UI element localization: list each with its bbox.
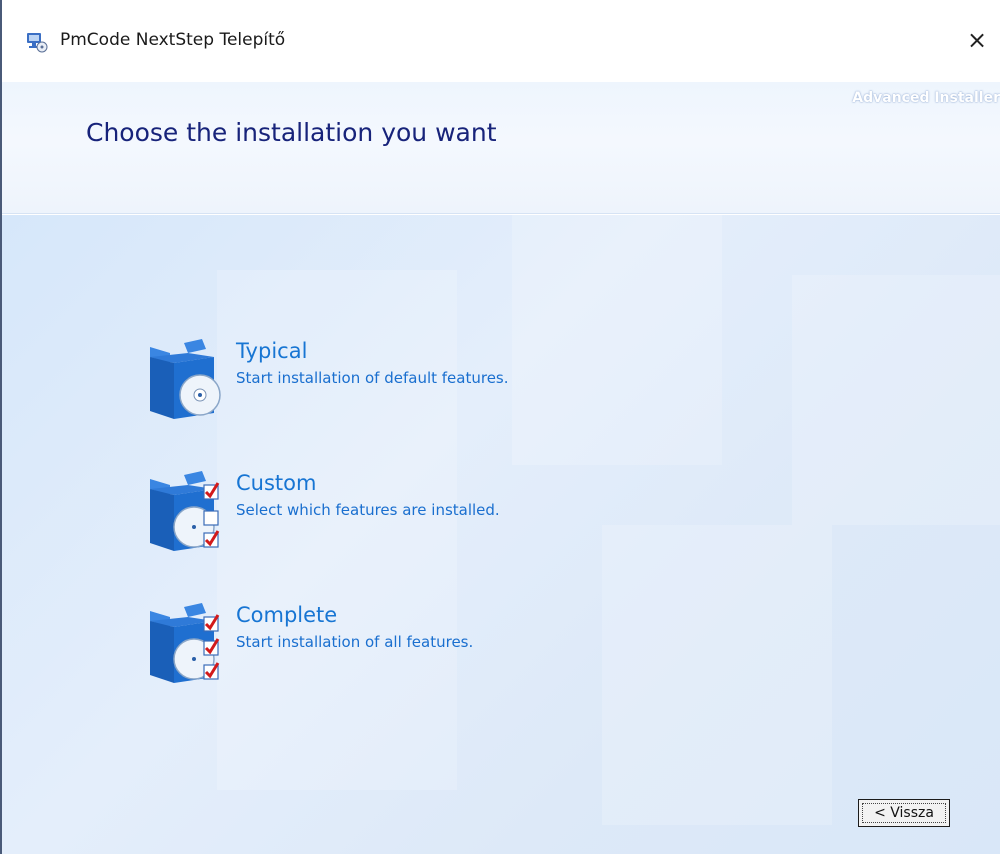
- option-typical-description: Start installation of default features.: [236, 369, 509, 387]
- option-complete[interactable]: Complete Start installation of all featu…: [144, 603, 644, 687]
- window-title: PmCode NextStep Telepítő: [60, 30, 286, 50]
- option-complete-description: Start installation of all features.: [236, 633, 474, 651]
- focus-ring: [862, 803, 946, 823]
- page-title: Choose the installation you want: [86, 118, 497, 147]
- option-custom-label: Custom: [236, 471, 317, 495]
- background-panel: [792, 275, 1000, 525]
- title-bar: PmCode NextStep Telepítő ×: [2, 0, 1000, 82]
- box-disc-icon: [144, 339, 230, 423]
- option-custom-description: Select which features are installed.: [236, 501, 500, 519]
- option-typical[interactable]: Typical Start installation of default fe…: [144, 339, 644, 423]
- installer-window: PmCode NextStep Telepítő × Advanced Inst…: [0, 0, 1000, 854]
- box-disc-all-checked-icon: [144, 603, 230, 687]
- brand-watermark: Advanced Installer: [852, 90, 1000, 106]
- box-disc-checklist-icon: [144, 471, 230, 555]
- close-button[interactable]: ×: [954, 20, 1000, 60]
- option-complete-label: Complete: [236, 603, 338, 627]
- option-custom[interactable]: Custom Select which features are install…: [144, 471, 644, 555]
- options-area: Typical Start installation of default fe…: [2, 215, 1000, 854]
- back-button[interactable]: < Vissza: [858, 799, 950, 827]
- installer-app-icon: [26, 31, 48, 53]
- option-typical-label: Typical: [236, 339, 308, 363]
- close-icon: ×: [966, 26, 988, 54]
- header-banner: Advanced Installer Choose the installati…: [2, 82, 1000, 214]
